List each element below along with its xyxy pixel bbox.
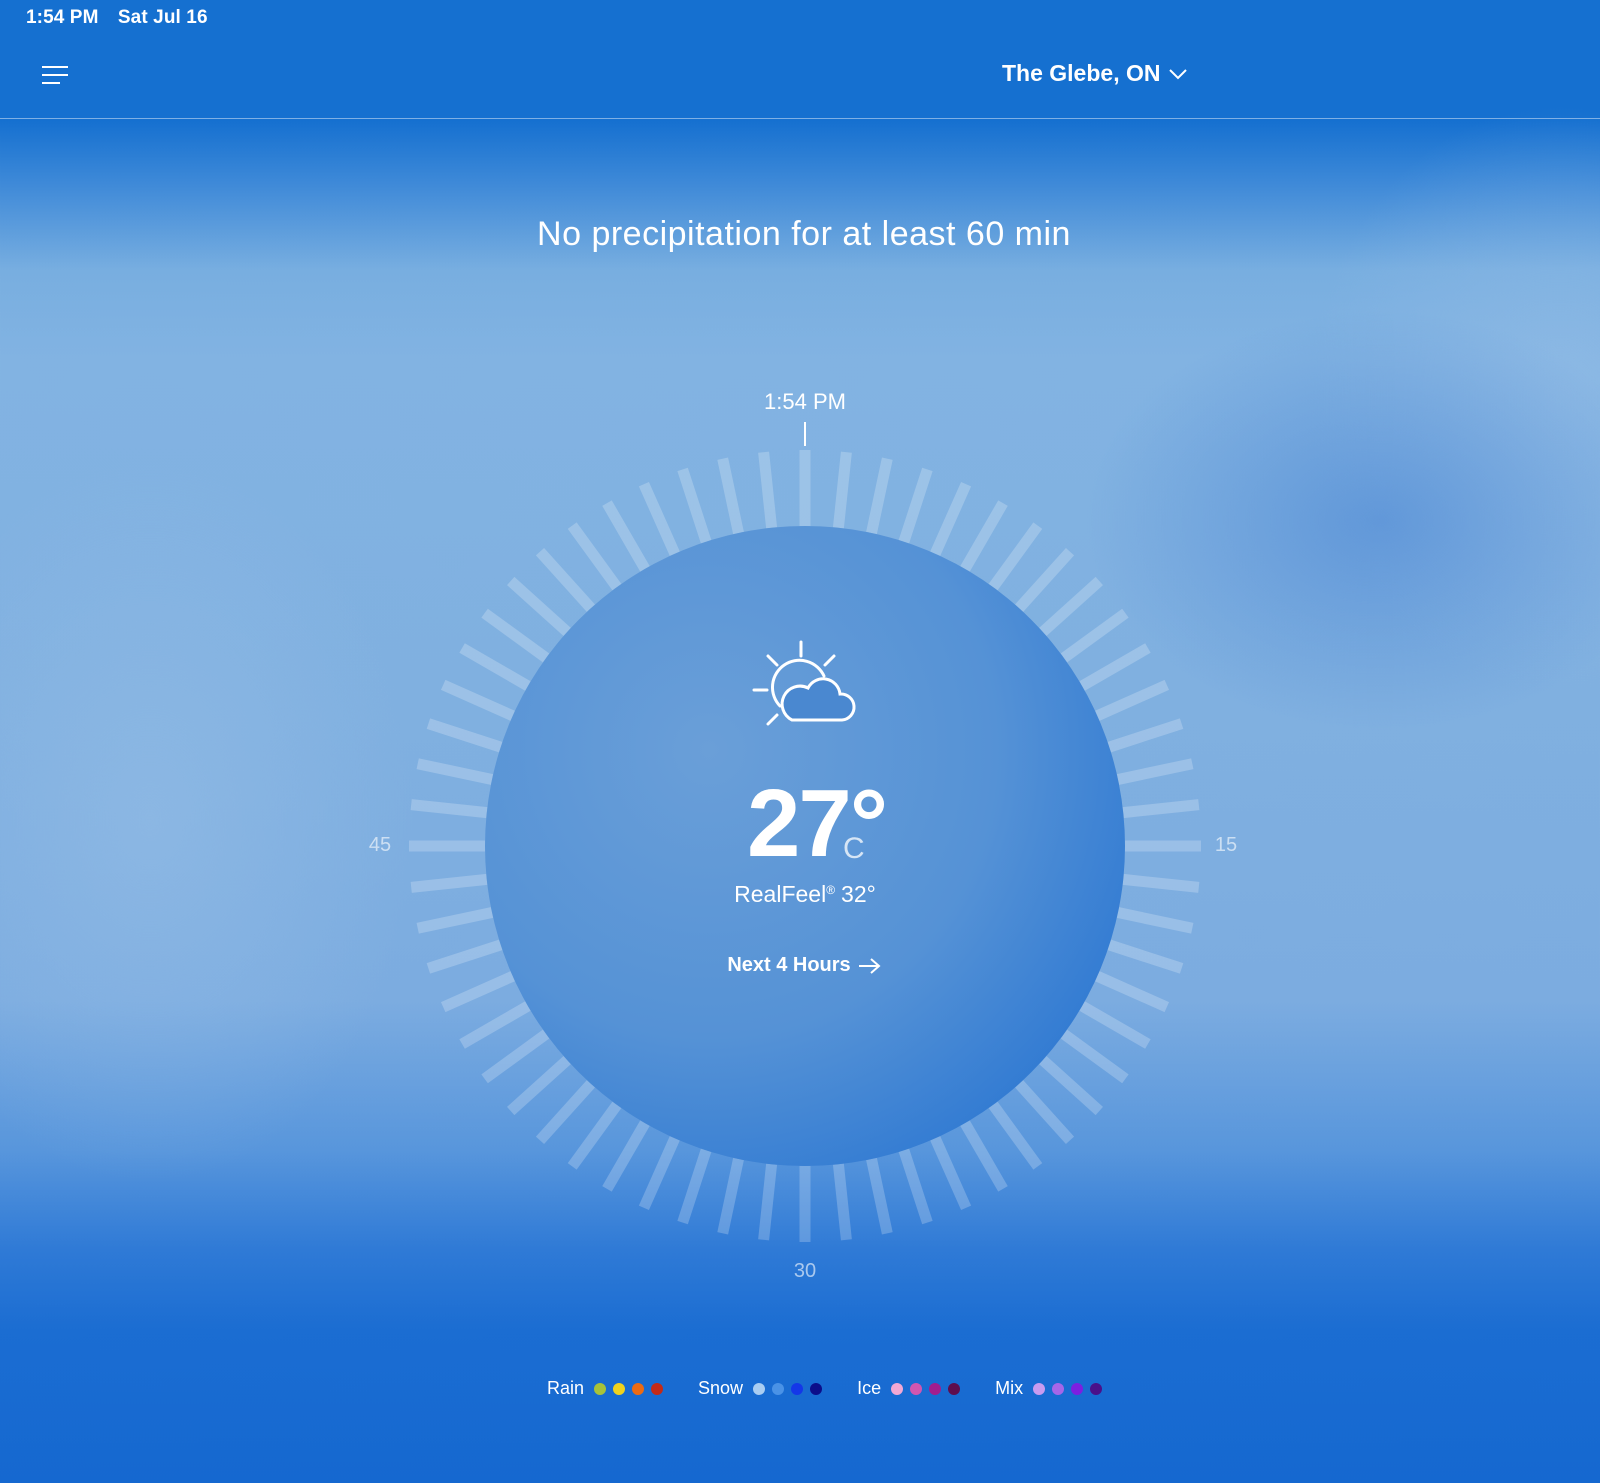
legend-swatch [1071, 1382, 1084, 1395]
legend-swatch [1033, 1382, 1046, 1395]
temperature-unit: C [843, 832, 865, 865]
minute-tick [507, 576, 571, 636]
minute-tick [481, 1029, 550, 1084]
minute-tick [535, 548, 595, 612]
legend-group-mix: Mix [995, 1378, 1109, 1399]
minute-tick [1116, 907, 1194, 934]
minute-tick [567, 522, 622, 591]
minute-tick [960, 500, 1008, 572]
minute-tick [481, 608, 550, 663]
minute-tick [832, 1163, 852, 1241]
minute-tick [866, 1157, 893, 1235]
minute-tick [1107, 939, 1184, 974]
minute-tick [1095, 679, 1170, 721]
registered-mark: ® [826, 883, 836, 897]
minute-tick [1015, 1080, 1075, 1144]
legend-swatch [891, 1382, 904, 1395]
minute-tick [758, 1163, 778, 1241]
legend-group-rain: Rain [547, 1378, 670, 1399]
legend-swatch [613, 1382, 626, 1395]
dial-label-45: 45 [368, 834, 392, 856]
minute-tick [416, 758, 494, 785]
minute-tick [638, 1136, 680, 1211]
minute-tick [426, 939, 503, 974]
minute-tick [1079, 1001, 1151, 1049]
minute-tick [1060, 608, 1129, 663]
dial-label-15: 15 [1214, 834, 1238, 856]
realfeel-label: RealFeel [734, 881, 827, 907]
legend-swatch [929, 1382, 942, 1395]
minute-tick [1015, 548, 1075, 612]
minute-tick [677, 1148, 712, 1225]
minute-tick [866, 457, 893, 535]
next-4-hours-label: Next 4 Hours [727, 954, 851, 976]
temperature-value: 27° [747, 770, 888, 877]
realfeel: RealFeel ® 32° [605, 881, 1005, 908]
legend-group-snow: Snow [698, 1378, 829, 1399]
minute-tick [717, 457, 744, 535]
minute-tick [507, 1056, 571, 1116]
minute-tick [410, 873, 488, 893]
minute-tick [1122, 799, 1200, 819]
minute-tick [960, 1120, 1008, 1192]
legend-swatch [1052, 1382, 1065, 1395]
minute-tick [416, 907, 494, 934]
legend-swatch [651, 1382, 664, 1395]
minute-tick [567, 1101, 622, 1170]
legend-swatch [791, 1382, 804, 1395]
minute-tick [459, 1001, 531, 1049]
minute-tick [930, 1136, 972, 1211]
legend-group-ice: Ice [857, 1378, 967, 1399]
minute-tick [602, 1120, 650, 1192]
minute-tick [930, 481, 972, 556]
precipitation-legend: Rain Snow Ice Mix [547, 1378, 1137, 1399]
legend-swatch [1090, 1382, 1103, 1395]
minute-tick [1060, 1029, 1129, 1084]
minute-tick [898, 1148, 933, 1225]
minute-tick [1039, 576, 1103, 636]
minute-tick [535, 1080, 595, 1144]
minute-tick [426, 718, 503, 753]
partly-sunny-icon [752, 640, 856, 726]
current-conditions: 27° C RealFeel ® 32° Next 4 Hours [605, 640, 1005, 977]
legend-swatch [810, 1382, 823, 1395]
minute-tick [677, 467, 712, 544]
realfeel-value: 32° [841, 881, 876, 907]
legend-swatch [632, 1382, 645, 1395]
minute-tick [1122, 873, 1200, 893]
minute-tick [988, 1101, 1043, 1170]
minute-tick [988, 522, 1043, 591]
legend-swatch [772, 1382, 785, 1395]
minute-tick [459, 643, 531, 691]
current-time-label: 1:54 PM [764, 389, 846, 414]
minute-tick [717, 1157, 744, 1235]
minute-tick [1039, 1056, 1103, 1116]
minute-tick [898, 467, 933, 544]
minute-tick [1107, 718, 1184, 753]
legend-swatch [910, 1382, 923, 1395]
minute-tick [638, 481, 680, 556]
legend-swatch [948, 1382, 961, 1395]
legend-label: Rain [547, 1378, 585, 1398]
minute-tick [832, 451, 852, 529]
legend-label: Ice [857, 1378, 882, 1398]
minute-tick [410, 799, 488, 819]
current-time-tick [804, 422, 806, 446]
next-4-hours-link[interactable]: Next 4 Hours [727, 954, 882, 977]
minute-tick [1079, 643, 1151, 691]
legend-label: Mix [995, 1378, 1024, 1398]
dial-label-30: 30 [793, 1260, 817, 1282]
minute-tick [1095, 971, 1170, 1013]
minute-tick [440, 971, 515, 1013]
minute-tick [758, 451, 778, 529]
legend-swatch [753, 1382, 766, 1395]
arrow-right-icon [858, 957, 881, 974]
minute-tick [440, 679, 515, 721]
minute-tick [1116, 758, 1194, 785]
legend-label: Snow [698, 1378, 744, 1398]
legend-swatch [594, 1382, 607, 1395]
minute-tick [602, 500, 650, 572]
